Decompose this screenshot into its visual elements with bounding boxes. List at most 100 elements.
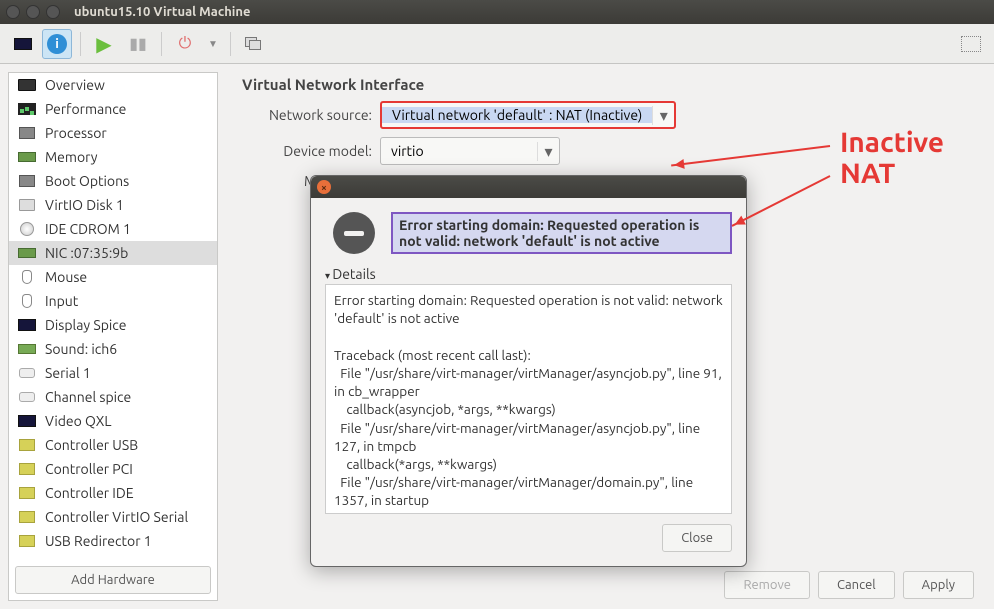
error-traceback[interactable]: Error starting domain: Requested operati…	[325, 284, 732, 514]
disp-icon	[17, 317, 37, 333]
usb-icon	[17, 509, 37, 525]
mem-icon	[17, 149, 37, 165]
window-maximize-icon[interactable]	[46, 5, 60, 19]
usb-icon	[17, 485, 37, 501]
sidebar-item-label: Video QXL	[45, 413, 111, 429]
ser-icon	[17, 365, 37, 381]
sidebar-item-label: IDE CDROM 1	[45, 221, 131, 237]
toolbar-separator	[80, 32, 81, 56]
sidebar-item-label: Sound: ich6	[45, 341, 117, 357]
chip-icon	[17, 173, 37, 189]
sidebar-item-label: NIC :07:35:9b	[45, 245, 128, 261]
sidebar-item-controller-pci[interactable]: Controller PCI	[9, 457, 217, 481]
remove-label: Remove	[743, 578, 791, 592]
sidebar-item-mouse[interactable]: Mouse	[9, 265, 217, 289]
window-titlebar: ubuntu15.10 Virtual Machine	[0, 0, 994, 24]
dialog-titlebar[interactable]: ×	[311, 176, 746, 198]
sidebar-item-processor[interactable]: Processor	[9, 121, 217, 145]
network-source-dropdown[interactable]: Virtual network 'default' : NAT (Inactiv…	[380, 101, 676, 129]
sidebar-item-label: Channel spice	[45, 389, 131, 405]
info-icon: i	[47, 34, 67, 54]
sidebar-item-usb-redirector-1[interactable]: USB Redirector 1	[9, 529, 217, 553]
dialog-message: Error starting domain: Requested operati…	[391, 212, 732, 254]
cd-icon	[17, 221, 37, 237]
monitor-icon	[14, 38, 32, 50]
sidebar-item-ide-cdrom-1[interactable]: IDE CDROM 1	[9, 217, 217, 241]
sidebar-item-controller-ide[interactable]: Controller IDE	[9, 481, 217, 505]
sidebar-item-label: Display Spice	[45, 317, 127, 333]
chevron-down-icon: ▼	[208, 38, 218, 50]
sidebar-item-nic-07-35-9b[interactable]: NIC :07:35:9b	[9, 241, 217, 265]
pause-icon: ▮▮	[129, 34, 147, 53]
sidebar-item-label: Overview	[45, 77, 105, 93]
sidebar-item-label: Controller USB	[45, 437, 138, 453]
sidebar-item-memory[interactable]: Memory	[9, 145, 217, 169]
snapshots-icon	[245, 37, 263, 51]
sidebar-item-display-spice[interactable]: Display Spice	[9, 313, 217, 337]
dialog-close-button[interactable]: Close	[662, 524, 732, 552]
device-model-dropdown[interactable]: virtio ▾	[380, 137, 560, 165]
error-dialog: × Error starting domain: Requested opera…	[310, 175, 747, 567]
sidebar-item-virtio-disk-1[interactable]: VirtIO Disk 1	[9, 193, 217, 217]
dialog-close-icon[interactable]: ×	[317, 180, 331, 194]
mon-icon	[17, 77, 37, 93]
hdd-icon	[17, 197, 37, 213]
sidebar-item-sound-ich6[interactable]: Sound: ich6	[9, 337, 217, 361]
shutdown-button[interactable]: ⏻	[170, 29, 200, 59]
power-icon: ⏻	[179, 34, 192, 53]
add-hardware-button[interactable]: Add Hardware	[15, 566, 211, 594]
sidebar-item-label: Controller PCI	[45, 461, 133, 477]
ser-icon	[17, 389, 37, 405]
snd-icon	[17, 341, 37, 357]
sidebar-item-label: Controller IDE	[45, 485, 134, 501]
snapshots-button[interactable]	[239, 29, 269, 59]
run-button[interactable]: ▶	[89, 29, 119, 59]
sidebar-item-label: Mouse	[45, 269, 87, 285]
sidebar-item-input[interactable]: Input	[9, 289, 217, 313]
sidebar-item-label: Controller VirtIO Serial	[45, 509, 188, 525]
console-button[interactable]	[8, 29, 38, 59]
sidebar-item-label: Processor	[45, 125, 107, 141]
chart-icon	[17, 101, 37, 117]
details-toggle[interactable]: Details	[325, 266, 732, 282]
pause-button[interactable]: ▮▮	[123, 29, 153, 59]
device-model-label: Device model:	[242, 143, 372, 159]
sidebar-item-label: Memory	[45, 149, 98, 165]
details-button[interactable]: i	[42, 29, 72, 59]
sidebar-item-controller-virtio-serial[interactable]: Controller VirtIO Serial	[9, 505, 217, 529]
sidebar-item-label: Serial 1	[45, 365, 91, 381]
toolbar-separator	[161, 32, 162, 56]
fullscreen-button[interactable]	[956, 29, 986, 59]
mouse-icon	[17, 293, 37, 309]
sidebar-item-video-qxl[interactable]: Video QXL	[9, 409, 217, 433]
network-source-label: Network source:	[242, 107, 372, 123]
apply-button[interactable]: Apply	[903, 571, 974, 599]
chevron-down-icon: ▾	[652, 106, 674, 125]
toolbar-separator	[230, 32, 231, 56]
sidebar-item-channel-spice[interactable]: Channel spice	[9, 385, 217, 409]
fullscreen-icon	[961, 36, 981, 52]
error-icon	[333, 212, 375, 254]
panel-heading: Virtual Network Interface	[242, 76, 974, 93]
sidebar-item-overview[interactable]: Overview	[9, 73, 217, 97]
usb-icon	[17, 461, 37, 477]
window-close-icon[interactable]	[6, 5, 20, 19]
usb-icon	[17, 533, 37, 549]
sidebar-item-serial-1[interactable]: Serial 1	[9, 361, 217, 385]
remove-button[interactable]: Remove	[724, 571, 810, 599]
cancel-button[interactable]: Cancel	[818, 571, 895, 599]
nic-icon	[17, 245, 37, 261]
shutdown-menu-button[interactable]: ▼	[204, 29, 222, 59]
window-minimize-icon[interactable]	[26, 5, 40, 19]
device-model-value: virtio	[381, 143, 537, 159]
chip-icon	[17, 125, 37, 141]
usb-icon	[17, 437, 37, 453]
sidebar-item-label: Boot Options	[45, 173, 129, 189]
sidebar-item-controller-usb[interactable]: Controller USB	[9, 433, 217, 457]
sidebar-item-label: USB Redirector 1	[45, 533, 152, 549]
sidebar-item-performance[interactable]: Performance	[9, 97, 217, 121]
sidebar-item-boot-options[interactable]: Boot Options	[9, 169, 217, 193]
sidebar-item-label: Performance	[45, 101, 126, 117]
hardware-sidebar: Overview Performance Processor Memory Boot O…	[8, 72, 218, 601]
disp-icon	[17, 413, 37, 429]
